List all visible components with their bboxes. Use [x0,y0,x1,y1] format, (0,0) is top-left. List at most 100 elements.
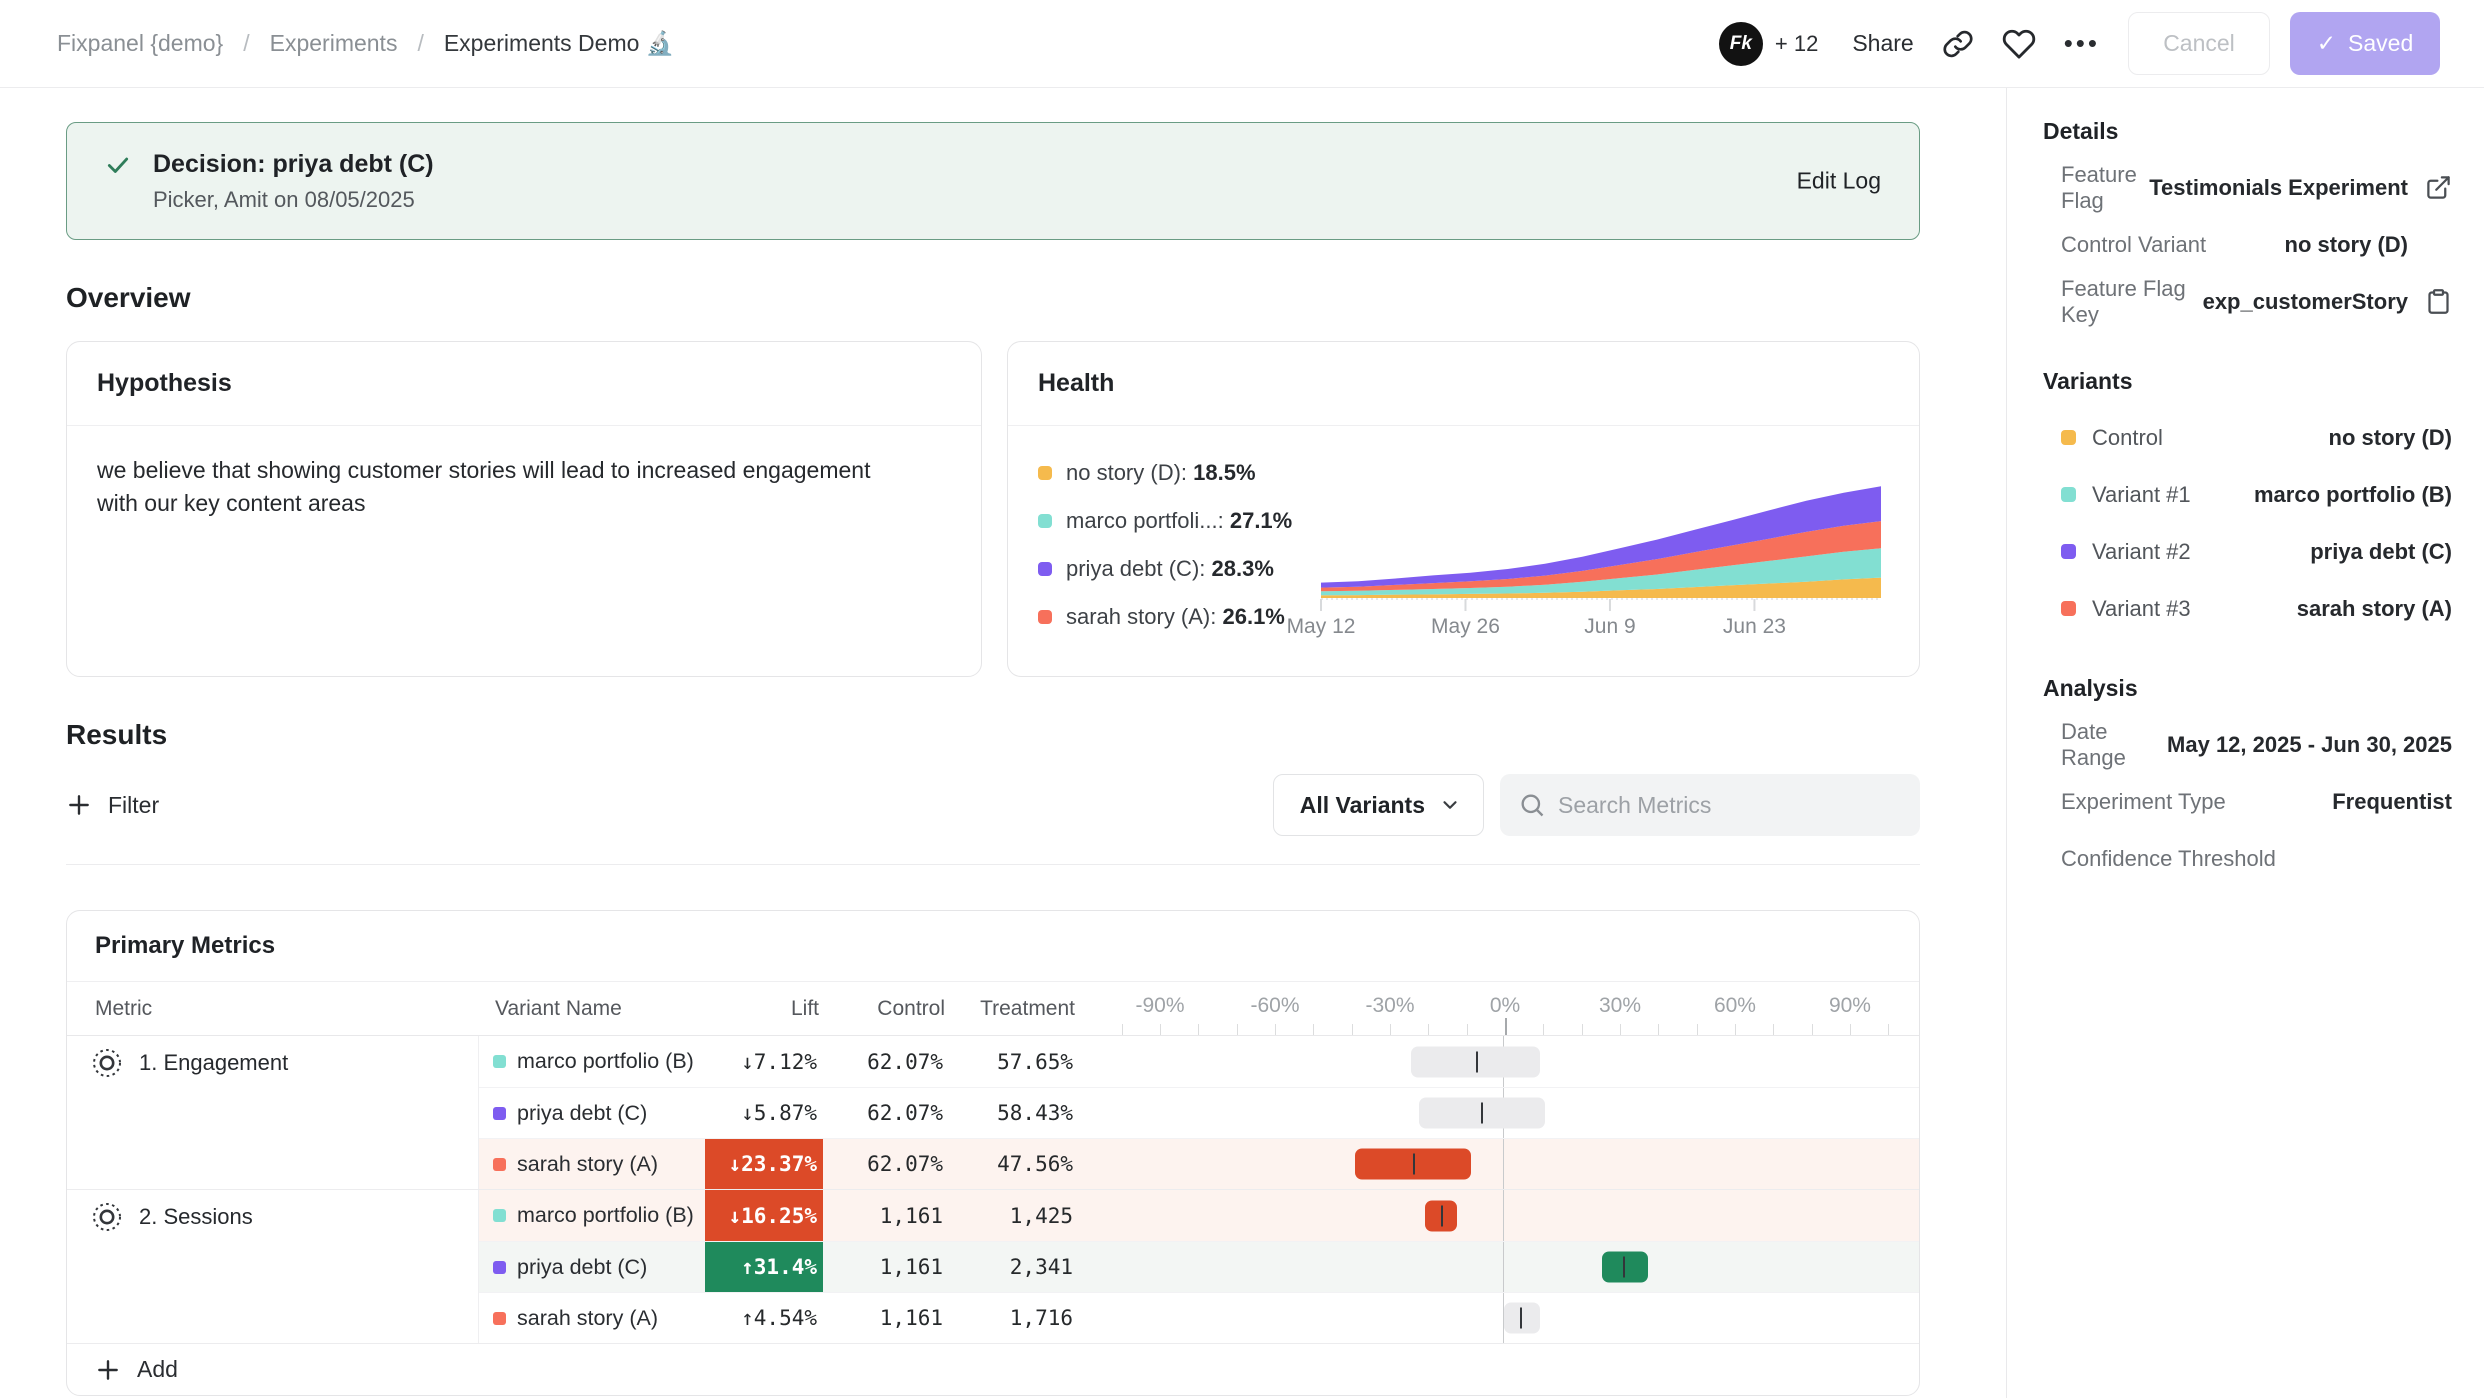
external-link-icon[interactable] [2425,174,2452,201]
table-row[interactable]: sarah story (A)↑4.54%1,1611,716 [479,1292,1919,1343]
legend-item: marco portfoli...: 27.1% [1038,508,1321,534]
col-control: Control [825,997,951,1021]
control-value: 62.07% [823,1088,949,1138]
metric-group: 1. Engagementmarco portfolio (B)↓7.12%62… [67,1036,1919,1189]
axis-label: 30% [1599,994,1641,1018]
metric-group: 2. Sessionsmarco portfolio (B)↓16.25%1,1… [67,1189,1919,1343]
breadcrumb-current: Experiments Demo 🔬 [444,30,675,57]
axis-tick [1543,1024,1544,1035]
col-metric: Metric [67,997,481,1021]
col-treatment: Treatment [951,997,1081,1021]
avatar[interactable]: Fk [1719,22,1763,66]
variant-swatch [493,1312,506,1325]
analysis-heading: Analysis [2043,675,2452,702]
more-options-icon[interactable]: ••• [2064,28,2100,59]
variant-value: marco portfolio (B) [2254,482,2452,508]
breadcrumb-project[interactable]: Fixpanel {demo} [57,30,223,57]
variant-name: priya debt (C) [479,1242,705,1292]
breadcrumb: Fixpanel {demo} / Experiments / Experime… [57,30,674,57]
axis-tick [1773,1024,1774,1035]
variant-row: Variant #3 sarah story (A) [2043,580,2452,637]
variant-swatch [2061,601,2076,616]
table-row[interactable]: marco portfolio (B)↓16.25%1,1611,425 [479,1190,1919,1241]
variant-slot-label: Variant #3 [2092,596,2191,622]
axis-tick [1275,1024,1276,1035]
metric-goal-icon [91,1201,123,1233]
confidence-interval-cell [1079,1190,1919,1241]
legend-item: no story (D): 18.5% [1038,460,1321,486]
detail-label: Feature Flag [2043,162,2149,214]
decision-check-icon [105,152,131,183]
table-row[interactable]: priya debt (C)↑31.4%1,1612,341 [479,1241,1919,1292]
analysis-label: Date Range [2043,719,2167,771]
plus-icon [95,1357,121,1383]
collaborator-count[interactable]: + 12 [1775,31,1818,57]
table-header: Metric Variant Name Lift Control Treatme… [67,982,1919,1036]
axis-tick [1122,1024,1123,1035]
analysis-value: May 12, 2025 - Jun 30, 2025 [2167,732,2452,758]
svg-text:May 12: May 12 [1287,615,1356,638]
pm-table-body: 1. Engagementmarco portfolio (B)↓7.12%62… [67,1036,1919,1343]
lift-value: ↓7.12% [705,1036,823,1087]
analysis-value: Frequentist [2332,789,2452,815]
analysis-row: Experiment TypeFrequentist [2043,773,2452,830]
ci-tick [1520,1308,1522,1329]
cancel-button[interactable]: Cancel [2128,12,2270,75]
col-lift: Lift [707,997,825,1021]
hypothesis-card: Hypothesis we believe that showing custo… [66,341,982,677]
variant-swatch [2061,487,2076,502]
legend-label: marco portfoli...: 27.1% [1066,508,1292,534]
variant-value: sarah story (A) [2297,596,2452,622]
control-value: 62.07% [823,1139,949,1189]
axis-tick [1390,1024,1391,1035]
details-heading: Details [2043,118,2452,145]
table-row[interactable]: sarah story (A)↓23.37%62.07%47.56% [479,1138,1919,1189]
breadcrumb-experiments[interactable]: Experiments [270,30,398,57]
lift-value: ↑31.4% [705,1242,823,1292]
variant-name: sarah story (A) [479,1139,705,1189]
add-metric-button[interactable]: Add [67,1343,1919,1395]
variant-swatch [493,1107,506,1120]
share-button[interactable]: Share [1852,30,1913,57]
copy-icon[interactable] [2425,288,2452,315]
axis-label: 0% [1490,994,1520,1018]
link-icon[interactable] [1942,28,1974,60]
axis-tick [1888,1024,1889,1035]
main-content: Decision: priya debt (C) Picker, Amit on… [0,88,2006,1398]
legend-swatch [1038,514,1052,528]
variants-dropdown[interactable]: All Variants [1273,774,1484,836]
primary-metrics-card: Primary Metrics Metric Variant Name Lift… [66,910,1920,1396]
axis-label: -60% [1251,994,1300,1018]
treatment-value: 1,425 [949,1190,1079,1241]
control-value: 1,161 [823,1190,949,1241]
saved-button[interactable]: ✓Saved [2290,12,2440,75]
table-row[interactable]: marco portfolio (B)↓7.12%62.07%57.65% [479,1036,1919,1087]
ci-tick [1441,1205,1443,1226]
analysis-label: Confidence Threshold [2043,846,2276,872]
variant-row: Variant #1 marco portfolio (B) [2043,466,2452,523]
variant-name: marco portfolio (B) [479,1190,705,1241]
axis-tick [1428,1024,1429,1035]
edit-log-button[interactable]: Edit Log [1797,168,1881,195]
health-chart: May 12May 26Jun 9Jun 23 [1321,446,1881,652]
control-value: 1,161 [823,1293,949,1343]
axis-tick [1160,1024,1161,1035]
variant-slot-label: Variant #1 [2092,482,2191,508]
variant-name: sarah story (A) [479,1293,705,1343]
search-metrics-input[interactable] [1500,774,1920,836]
svg-text:May 26: May 26 [1431,615,1500,638]
control-value: 1,161 [823,1242,949,1292]
overview-heading: Overview [66,282,1920,315]
axis-tick [1620,1024,1621,1035]
favorite-heart-icon[interactable] [2002,27,2036,61]
table-row[interactable]: priya debt (C)↓5.87%62.07%58.43% [479,1087,1919,1138]
add-filter-button[interactable]: Filter [66,792,159,819]
details-row: Feature Flag Keyexp_customerStory [2043,273,2452,330]
right-sidebar: Details Feature FlagTestimonials Experim… [2006,88,2484,1398]
detail-value: exp_customerStory [2203,289,2408,315]
ci-axis: -90%-60%-30%0%30%60%90% [1081,982,1920,1035]
detail-value: Testimonials Experiment [2149,175,2408,201]
axis-tick [1582,1024,1583,1035]
variant-slot-label: Control [2092,425,2163,451]
variant-swatch [493,1261,506,1274]
